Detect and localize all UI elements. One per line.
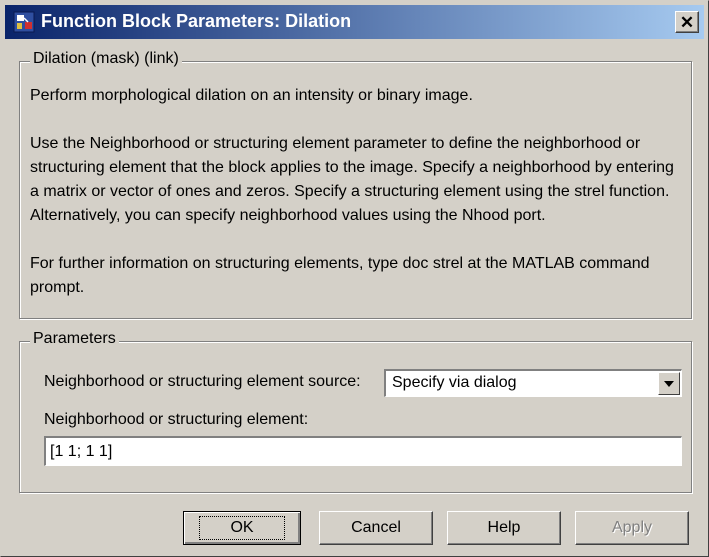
close-button[interactable]: ✕ [675, 11, 699, 33]
ok-button[interactable]: OK [183, 511, 301, 545]
source-dropdown-value: Specify via dialog [392, 374, 517, 391]
close-icon: ✕ [679, 12, 695, 32]
title-bar[interactable]: Function Block Parameters: Dilation ✕ [5, 5, 704, 39]
source-label: Neighborhood or structuring element sour… [44, 373, 361, 390]
dialog-window: Function Block Parameters: Dilation ✕ Di… [0, 0, 709, 557]
block-diagram-icon [13, 11, 35, 33]
description-details: Use the Neighborhood or structuring elem… [30, 135, 674, 224]
description-further-info: For further information on structuring e… [30, 255, 650, 296]
dropdown-arrow-icon [664, 380, 674, 387]
parameters-group: Parameters Neighborhood or structuring e… [19, 330, 692, 493]
focus-rect: OK [199, 516, 285, 540]
parameters-legend: Parameters [30, 330, 119, 348]
element-label: Neighborhood or structuring element: [44, 411, 309, 428]
description-summary: Perform morphological dilation on an int… [30, 87, 473, 104]
element-input[interactable] [44, 436, 682, 466]
apply-button-label: Apply [611, 519, 653, 536]
ok-button-label: OK [230, 519, 254, 536]
dropdown-arrow-button[interactable] [658, 372, 680, 395]
window-title: Function Block Parameters: Dilation [41, 11, 352, 31]
description-legend: Dilation (mask) (link) [30, 50, 182, 68]
help-button[interactable]: Help [447, 511, 561, 545]
cancel-button[interactable]: Cancel [319, 511, 433, 545]
apply-button: Apply [575, 511, 689, 545]
source-dropdown[interactable]: Specify via dialog [384, 369, 682, 397]
cancel-button-label: Cancel [351, 519, 401, 536]
description-group: Dilation (mask) (link) Perform morpholog… [19, 50, 692, 319]
help-button-label: Help [487, 519, 521, 536]
